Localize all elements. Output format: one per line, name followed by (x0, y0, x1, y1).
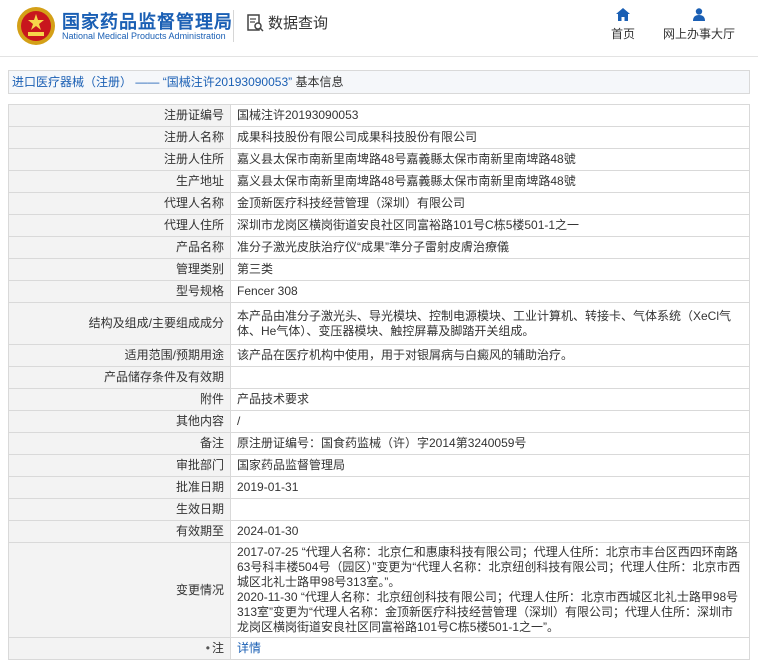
table-row: 型号规格 Fencer 308 (8, 280, 750, 303)
field-label: 注册人住所 (8, 148, 231, 171)
nav-online-service[interactable]: 网上办事大厅 (663, 8, 735, 42)
table-row: 变更情况 2017-07-25 “代理人名称：北京仁和惠康科技有限公司；代理人住所… (8, 542, 750, 638)
nav-home[interactable]: 首页 (611, 8, 635, 42)
field-label: 生产地址 (8, 170, 231, 193)
table-row: 代理人住所 深圳市龙岗区横岗街道安良社区同富裕路101号C栋5楼501-1之一 (8, 214, 750, 237)
table-row: 适用范围/预期用途 该产品在医疗机构中使用，用于对银屑病与白癜风的辅助治疗。 (8, 344, 750, 367)
field-label: 代理人住所 (8, 214, 231, 237)
table-row: 结构及组成/主要组成成分 本产品由准分子激光头、导光模块、控制电源模块、工业计算机… (8, 302, 750, 345)
field-label: 管理类别 (8, 258, 231, 281)
table-row: 管理类别 第三类 (8, 258, 750, 281)
table-row: 备注 原注册证编号：国食药监械（许）字2014第3240059号 (8, 432, 750, 455)
breadcrumb-record: “国械注许20193090053” (162, 75, 293, 89)
field-value: 2019-01-31 (230, 476, 750, 499)
field-label: 结构及组成/主要组成成分 (8, 302, 231, 345)
data-query-icon (247, 13, 264, 32)
field-value: 嘉义县太保市南新里南埤路48号嘉義縣太保市南新里南埤路48號 (230, 170, 750, 193)
note-label: 注 (211, 641, 224, 655)
table-row: 附件 产品技术要求 (8, 388, 750, 411)
field-value: 2017-07-25 “代理人名称：北京仁和惠康科技有限公司；代理人住所：北京市… (230, 542, 750, 638)
field-label: 适用范围/预期用途 (8, 344, 231, 367)
table-row: 有效期至 2024-01-30 (8, 520, 750, 543)
field-label: 备注 (8, 432, 231, 455)
nav-home-label: 首页 (611, 27, 636, 41)
table-row: 其他内容 / (8, 410, 750, 433)
field-value (230, 366, 750, 389)
field-value: 该产品在医疗机构中使用，用于对银屑病与白癜风的辅助治疗。 (230, 344, 750, 367)
table-row: 注册人住所 嘉义县太保市南新里南埤路48号嘉義縣太保市南新里南埤路48號 (8, 148, 750, 171)
table-row: 批准日期 2019-01-31 (8, 476, 750, 499)
national-emblem-logo[interactable] (16, 6, 56, 46)
breadcrumb: 进口医疗器械（注册） —— “国械注许20193090053” 基本信息 (8, 70, 750, 94)
field-value: 成果科技股份有限公司成果科技股份有限公司 (230, 126, 750, 149)
field-label: 注册证编号 (8, 104, 231, 127)
field-label: 有效期至 (8, 520, 231, 543)
data-query-link[interactable]: 数据查询 (246, 12, 328, 33)
user-icon (693, 8, 705, 21)
field-value: 2024-01-30 (230, 520, 750, 543)
table-row: 注册人名称 成果科技股份有限公司成果科技股份有限公司 (8, 126, 750, 149)
field-label: 生效日期 (8, 498, 231, 521)
table-row: 产品名称 准分子激光皮肤治疗仪“成果”準分子雷射皮膚治療儀 (8, 236, 750, 259)
field-value (230, 498, 750, 521)
field-value: 嘉义县太保市南新里南埤路48号嘉義縣太保市南新里南埤路48號 (230, 148, 750, 171)
field-value: 国家药品监督管理局 (230, 454, 750, 477)
field-value: / (230, 410, 750, 433)
table-row: 注册证编号 国械注许20193090053 (8, 104, 750, 127)
home-icon (616, 8, 630, 21)
field-label: 注册人名称 (8, 126, 231, 149)
nav-online-service-label: 网上办事大厅 (663, 27, 736, 41)
data-query-label: 数据查询 (268, 15, 329, 32)
field-value: Fencer 308 (230, 280, 750, 303)
table-row: 生产地址 嘉义县太保市南新里南埤路48号嘉義縣太保市南新里南埤路48號 (8, 170, 750, 193)
field-label: 附件 (8, 388, 231, 411)
field-label: 产品名称 (8, 236, 231, 259)
field-value: 原注册证编号：国食药监械（许）字2014第3240059号 (230, 432, 750, 455)
field-label: 代理人名称 (8, 192, 231, 215)
field-label: 批准日期 (8, 476, 231, 499)
table-row: 代理人名称 金顶新医疗科技经营管理（深圳）有限公司 (8, 192, 750, 215)
details-link[interactable]: 详情 (237, 641, 261, 655)
field-value: 深圳市龙岗区横岗街道安良社区同富裕路101号C栋5楼501-1之一 (230, 214, 750, 237)
detail-table: 注册证编号 国械注许20193090053 注册人名称 成果科技股份有限公司成果科技股… (8, 104, 750, 660)
header-divider (233, 10, 234, 42)
field-label: 型号规格 (8, 280, 231, 303)
breadcrumb-category[interactable]: 进口医疗器械（注册） (12, 75, 132, 89)
field-label: 其他内容 (8, 410, 231, 433)
breadcrumb-section: 基本信息 (295, 75, 344, 89)
field-value: 准分子激光皮肤治疗仪“成果”準分子雷射皮膚治療儀 (230, 236, 750, 259)
field-value: 本产品由准分子激光头、导光模块、控制电源模块、工业计算机、转接卡、气体系统（Xe… (230, 302, 750, 345)
table-row: 生效日期 (8, 498, 750, 521)
field-label: 审批部门 (8, 454, 231, 477)
field-value: 产品技术要求 (230, 388, 750, 411)
top-header: 国家药品监督管理局 National Medical Products Admi… (0, 0, 758, 57)
breadcrumb-separator: —— (135, 75, 160, 89)
lightbulb-icon: • (205, 641, 210, 655)
field-value: 国械注许20193090053 (230, 104, 750, 127)
field-value: 第三类 (230, 258, 750, 281)
table-row: 产品储存条件及有效期 (8, 366, 750, 389)
field-value: 金顶新医疗科技经营管理（深圳）有限公司 (230, 192, 750, 215)
brand-title-en[interactable]: National Medical Products Administration (62, 31, 226, 41)
field-label: 变更情况 (8, 542, 231, 638)
table-row: 审批部门 国家药品监督管理局 (8, 454, 750, 477)
field-label: 产品储存条件及有效期 (8, 366, 231, 389)
